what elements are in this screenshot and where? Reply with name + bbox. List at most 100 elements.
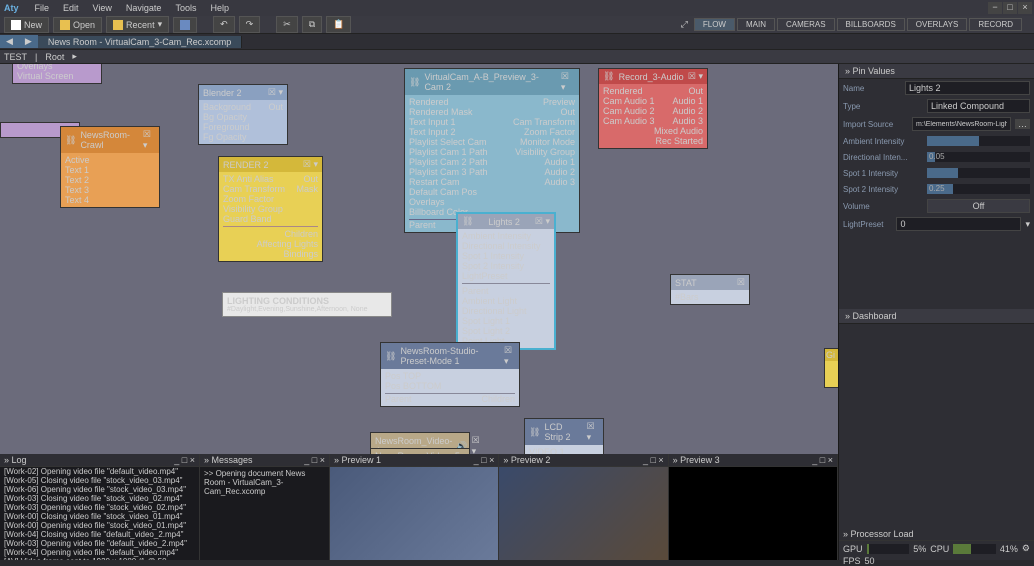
node-controls[interactable]: ☒ ▾ xyxy=(143,129,155,151)
link-icon: ⛓ xyxy=(462,216,473,227)
dropdown-icon[interactable]: ▾ xyxy=(1025,219,1030,230)
paste-button[interactable]: 📋 xyxy=(326,16,351,33)
ambient-slider[interactable] xyxy=(927,136,1030,146)
spot2-slider[interactable]: 0.25 xyxy=(927,184,1030,194)
log-content[interactable]: [Work-02] Opening video file "default_vi… xyxy=(0,467,199,560)
chevron-down-icon: ▾ xyxy=(158,19,163,30)
node-controls[interactable]: ☒ ▾ xyxy=(268,87,283,98)
type-field: Linked Compound xyxy=(927,99,1030,113)
node-overlays[interactable]: OverlaysVirtual Screen xyxy=(12,64,102,84)
undo-button[interactable]: ↶ xyxy=(213,16,235,33)
node-controls[interactable]: ☒ xyxy=(737,277,745,288)
new-button[interactable]: New xyxy=(4,17,49,33)
tab-next[interactable]: ▶ xyxy=(25,36,32,47)
node-controls[interactable]: ☒ ▾ xyxy=(303,159,318,170)
redo-button[interactable]: ↷ xyxy=(239,16,261,33)
gear-icon[interactable]: ⚙ xyxy=(1022,543,1030,554)
window-maximize[interactable]: □ xyxy=(1003,2,1017,14)
node-virtualcam[interactable]: ⛓VirtualCam_A-B_Preview_3-Cam 2☒ ▾ Rende… xyxy=(404,68,580,233)
preview1-viewport[interactable] xyxy=(330,467,498,560)
panel-controls[interactable]: _ □ × xyxy=(812,455,833,465)
name-input[interactable] xyxy=(905,81,1030,95)
panel-controls[interactable]: _ □ × xyxy=(174,455,195,465)
breadcrumb-item[interactable]: Root xyxy=(45,52,64,62)
node-preset[interactable]: ⛓NewsRoom-Studio-Preset-Mode 1☒ ▾ Pos TO… xyxy=(380,342,520,407)
menu-help[interactable]: Help xyxy=(204,1,235,15)
flow-canvas[interactable]: OverlaysVirtual Screen Out ⛓NewsRoom-Cra… xyxy=(0,64,838,454)
node-record[interactable]: ⛓Record_3-Audio☒ ▾ RenderedOut Cam Audio… xyxy=(598,68,708,149)
node-controls[interactable]: ☒ ▾ xyxy=(535,216,550,227)
panel-controls[interactable]: _ □ × xyxy=(643,455,664,465)
node-lights[interactable]: ⛓Lights 2☒ ▾ Ambient Intensity Direction… xyxy=(456,212,556,350)
recent-button[interactable]: Recent▾ xyxy=(106,16,169,33)
breadcrumb-sep: | xyxy=(35,52,37,62)
menu-navigate[interactable]: Navigate xyxy=(120,1,168,15)
tab-record[interactable]: RECORD xyxy=(969,18,1022,31)
lightpreset-input[interactable] xyxy=(896,217,1021,231)
node-stat[interactable]: STAT☒ #Bars xyxy=(670,274,750,305)
window-minimize[interactable]: − xyxy=(988,2,1002,14)
panel-header-dashboard[interactable]: » Dashboard xyxy=(839,309,1034,324)
window-close[interactable]: × xyxy=(1018,2,1032,14)
preview2-panel: » Preview 2_ □ × xyxy=(499,454,668,560)
recent-icon xyxy=(113,20,123,30)
panel-header-pinvalues[interactable]: » Pin Values xyxy=(839,64,1034,79)
link-icon: ⛓ xyxy=(385,351,396,362)
panel-controls[interactable]: _ □ × xyxy=(474,455,495,465)
node-blender[interactable]: Blender 2☒ ▾ BackgroundOut Bg Opacity Fo… xyxy=(198,84,288,145)
collapse-icon[interactable]: » xyxy=(845,66,850,76)
menubar: Aty File Edit View Navigate Tools Help −… xyxy=(0,0,1034,16)
node-controls[interactable]: ☒ ▾ xyxy=(688,71,703,82)
document-tab[interactable]: News Room - VirtualCam_3-Cam_Rec.xcomp xyxy=(38,36,242,48)
tab-billboards[interactable]: BILLBOARDS xyxy=(837,18,905,31)
node-render[interactable]: RENDER 2☒ ▾ TX Anti AliasOut Cam Transfo… xyxy=(218,156,323,262)
tab-prev[interactable]: ◀ xyxy=(6,36,13,47)
node-gi[interactable]: Gi xyxy=(824,348,838,388)
undo-icon: ↶ xyxy=(220,19,228,30)
preview3-viewport[interactable] xyxy=(669,467,837,560)
properties-panel: » Pin Values Name TypeLinked Compound Im… xyxy=(838,64,1034,454)
processor-panel: » Processor Load GPU 5% CPU 41% ⚙ FPS 50 xyxy=(838,454,1034,560)
cut-button[interactable]: ✂ xyxy=(276,16,298,33)
menu-view[interactable]: View xyxy=(87,1,118,15)
copy-icon: ⧉ xyxy=(309,19,315,30)
node-video5[interactable]: NewsRoom_Video- 5 xyxy=(370,448,470,454)
menu-edit[interactable]: Edit xyxy=(57,1,85,15)
new-icon xyxy=(11,20,21,30)
tab-overlays[interactable]: OVERLAYS xyxy=(907,18,968,31)
save-button[interactable] xyxy=(173,17,197,33)
source-input[interactable] xyxy=(912,117,1011,131)
document-tabs: ◀ ▶ News Room - VirtualCam_3-Cam_Rec.xco… xyxy=(0,34,1034,50)
browse-button[interactable]: … xyxy=(1015,119,1030,129)
tab-main[interactable]: MAIN xyxy=(737,18,775,31)
preview1-panel: » Preview 1_ □ × xyxy=(330,454,499,560)
spot1-slider[interactable] xyxy=(927,168,1030,178)
tab-flow[interactable]: FLOW xyxy=(694,18,735,31)
menu-file[interactable]: File xyxy=(29,1,56,15)
redo-icon: ↷ xyxy=(246,19,254,30)
node-controls[interactable]: ☒ ▾ xyxy=(504,345,515,367)
volume-toggle[interactable]: Off xyxy=(927,199,1030,213)
link-icon: ⛓ xyxy=(409,77,420,88)
copy-button[interactable]: ⧉ xyxy=(302,16,322,33)
paste-icon: 📋 xyxy=(333,19,344,30)
tab-cameras[interactable]: CAMERAS xyxy=(777,18,835,31)
node-lighting-conditions[interactable]: LIGHTING CONDITIONS #Daylight,Evening,Su… xyxy=(222,292,392,317)
directional-slider[interactable]: 0.05 xyxy=(927,152,1030,162)
node-crawl[interactable]: ⛓NewsRoom-Crawl☒ ▾ Active Text 1 Text 2 … xyxy=(60,126,160,208)
collapse-icon[interactable]: » xyxy=(845,311,850,321)
breadcrumb-item[interactable]: TEST xyxy=(4,52,27,62)
breadcrumb: TEST | Root ▸ xyxy=(0,50,1034,64)
open-button[interactable]: Open xyxy=(53,17,102,33)
menu-tools[interactable]: Tools xyxy=(169,1,202,15)
preview2-viewport[interactable] xyxy=(499,467,667,560)
open-icon xyxy=(60,20,70,30)
expand-icon[interactable]: ⤢ xyxy=(677,18,692,31)
node-controls[interactable]: ☒ ▾ xyxy=(587,421,599,443)
panel-controls[interactable]: _ □ × xyxy=(304,455,325,465)
node-controls[interactable]: ☒ ▾ xyxy=(561,71,575,93)
save-icon xyxy=(180,20,190,30)
node-lcdstrip[interactable]: ⛓LCD Strip 2☒ ▾ VIDEO 1 VIDEO 2 VIDEO 3 … xyxy=(524,418,604,454)
node-preview-out[interactable]: ● Preview ● Out xyxy=(790,64,838,74)
node-controls[interactable]: ☒ ▾ xyxy=(472,435,480,454)
